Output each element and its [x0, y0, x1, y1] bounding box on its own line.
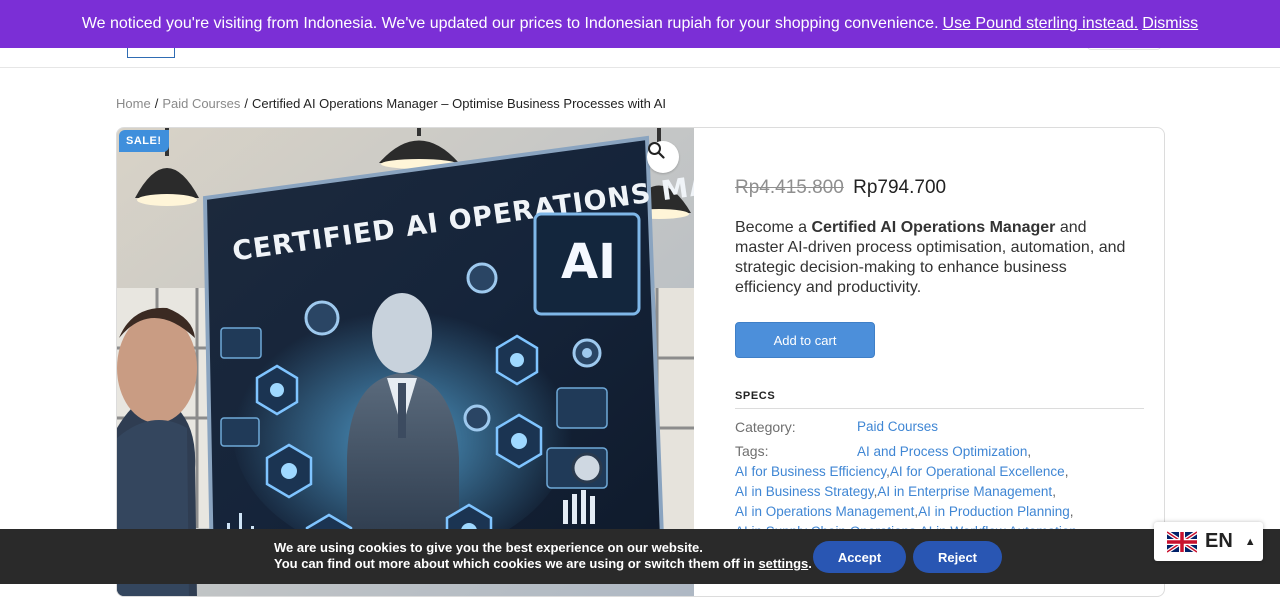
tag-link[interactable]: AI in Operations Management	[735, 504, 914, 519]
product-price: Rp4.415.800 Rp794.700	[735, 177, 946, 199]
breadcrumb-paid-courses[interactable]: Paid Courses	[162, 96, 240, 111]
product-image[interactable]: CERTIFIED AI OPERATIONS MANAGER AI SALE!	[117, 128, 694, 596]
cookie-reject-button[interactable]: Reject	[913, 541, 1002, 573]
category-label: Category:	[735, 419, 796, 435]
tags-label: Tags:	[735, 443, 769, 459]
tag-link[interactable]: AI and Process Optimization	[857, 444, 1027, 459]
tags-block: Tags: AI and Process Optimization, AI for…	[735, 441, 1144, 542]
use-pound-sterling-link[interactable]: Use Pound sterling instead.	[943, 15, 1139, 33]
sale-badge: SALE!	[119, 130, 169, 152]
cookie-settings-link[interactable]: settings	[758, 556, 808, 571]
product-illustration: CERTIFIED AI OPERATIONS MANAGER AI	[117, 128, 694, 596]
breadcrumb-separator: /	[244, 96, 248, 111]
breadcrumb-separator: /	[154, 96, 159, 111]
desc-bold: Certified AI Operations Manager	[811, 219, 1056, 236]
product-short-description: Become a Certified AI Operations Manager…	[735, 218, 1135, 298]
specs-title: SPECS	[735, 390, 776, 402]
image-ai-letters: AI	[561, 234, 616, 290]
chevron-up-icon: ▲	[1244, 535, 1256, 548]
price-original: Rp4.415.800	[735, 177, 844, 198]
notice-message: We noticed you're visiting from Indonesi…	[81, 15, 939, 32]
tag-link[interactable]: AI for Business Efficiency	[735, 464, 886, 479]
uk-flag-icon	[1167, 530, 1197, 553]
cookie-message: We are using cookies to give you the bes…	[274, 540, 812, 572]
specs-divider	[735, 408, 1144, 409]
cookie-consent-bar: We are using cookies to give you the bes…	[0, 529, 1280, 584]
cookie-accept-button[interactable]: Accept	[813, 541, 906, 573]
breadcrumb-home[interactable]: Home	[116, 96, 151, 111]
image-zoom-button[interactable]	[647, 141, 679, 173]
language-code: EN	[1205, 530, 1233, 552]
language-switcher[interactable]: EN ▲	[1154, 522, 1263, 561]
currency-notice-bar: We noticed you're visiting from Indonesi…	[0, 0, 1280, 48]
price-sale: Rp794.700	[853, 177, 947, 198]
tag-link[interactable]: AI in Production Planning	[918, 504, 1070, 519]
magnifier-icon	[648, 142, 665, 159]
cookie-line-1: We are using cookies to give you the bes…	[274, 540, 703, 555]
cookie-line-2-text: You can find out more about which cookie…	[274, 556, 755, 571]
cookie-line-2: You can find out more about which cookie…	[274, 556, 812, 572]
product-card: CERTIFIED AI OPERATIONS MANAGER AI SALE!…	[116, 127, 1165, 597]
tag-link[interactable]: AI in Enterprise Management	[877, 484, 1052, 499]
breadcrumb: Home / Paid Courses / Certified AI Operation…	[116, 96, 666, 111]
cookie-line-2-end: .	[808, 556, 812, 571]
add-to-cart-button[interactable]: Add to cart	[735, 322, 875, 358]
desc-prefix: Become a	[735, 219, 808, 236]
category-link[interactable]: Paid Courses	[857, 419, 938, 434]
tag-link[interactable]: AI in Business Strategy	[735, 484, 874, 499]
breadcrumb-current: Certified AI Operations Manager – Optimi…	[251, 96, 667, 111]
dismiss-link[interactable]: Dismiss	[1142, 15, 1198, 33]
tag-link[interactable]: AI for Operational Excellence	[890, 464, 1065, 479]
